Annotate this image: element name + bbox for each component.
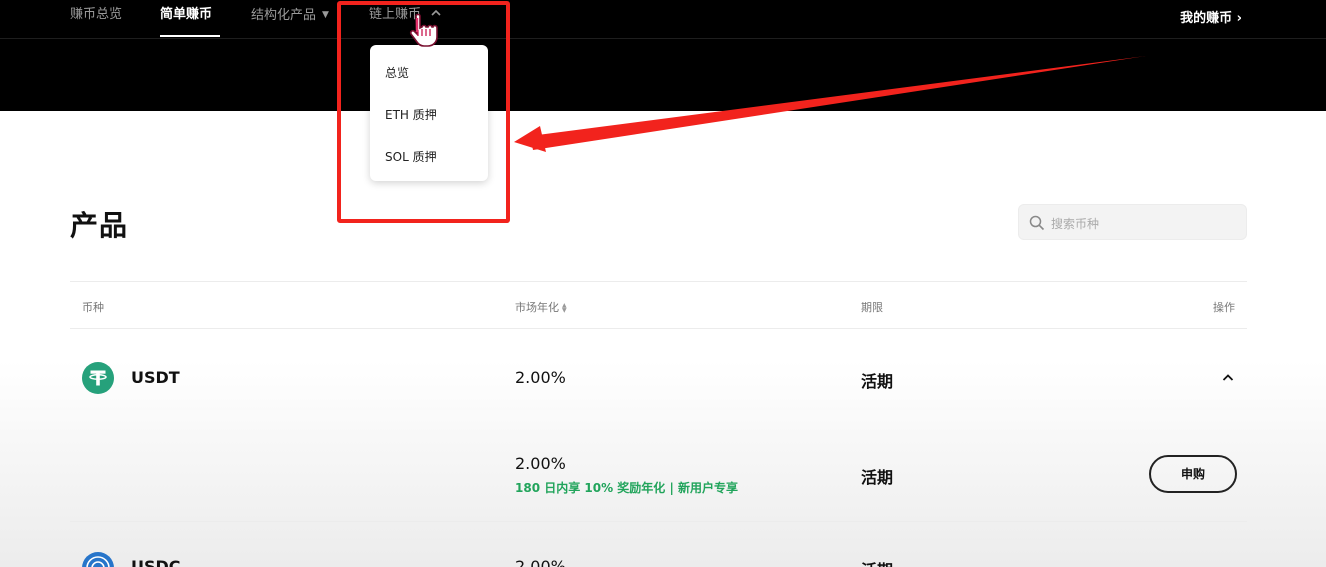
- annotation-arrow: [514, 56, 1146, 152]
- hand-pointer-icon: [409, 13, 438, 47]
